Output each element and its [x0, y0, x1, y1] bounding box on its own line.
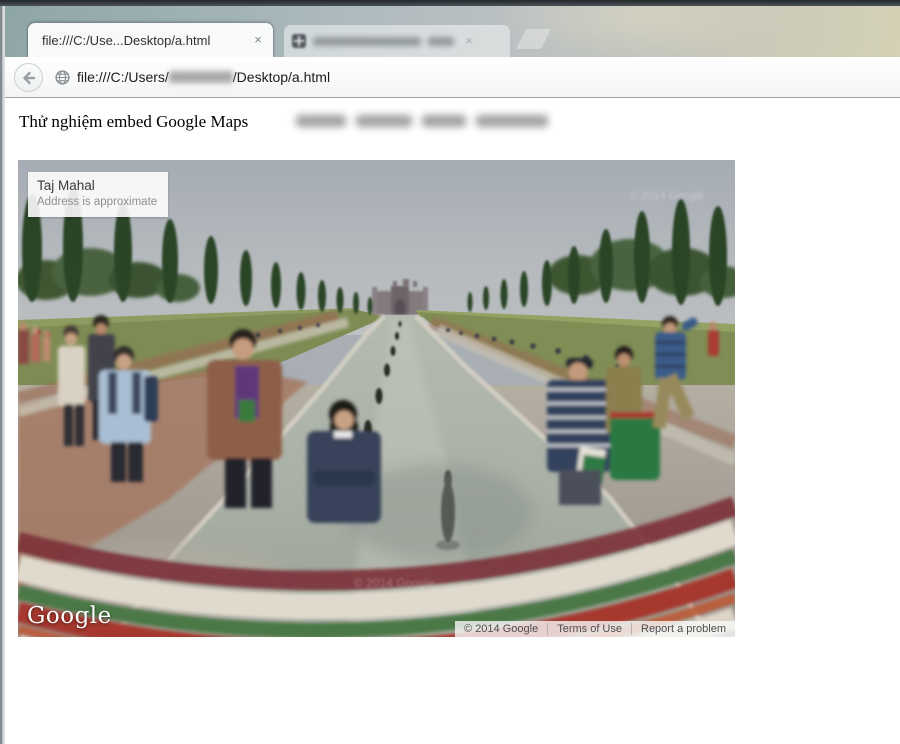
blurred-tab-title [313, 37, 421, 46]
new-tab-button[interactable] [516, 29, 551, 49]
tab-strip: file:///C:/Use...Desktop/a.html × × [5, 6, 900, 57]
location-title: Taj Mahal [37, 177, 157, 195]
navigation-toolbar: file:///C:/Users//Desktop/a.html [5, 57, 900, 98]
sky-watermark: © 2014 Google [630, 190, 704, 202]
tab-close-icon[interactable]: × [461, 33, 477, 49]
address-bar[interactable]: file:///C:/Users//Desktop/a.html [55, 57, 885, 97]
page-content: Thử nghiệm embed Google Maps [5, 98, 900, 744]
page-title: Thử nghiệm embed Google Maps [19, 112, 248, 132]
streetview-embed[interactable]: Taj Mahal Address is approximate © 2014 … [18, 160, 735, 637]
tab-active[interactable]: file:///C:/Use...Desktop/a.html × [28, 23, 273, 57]
tab-inactive-blurred[interactable]: × [284, 25, 510, 57]
blurred-tab-title-2 [428, 37, 454, 46]
tab-close-icon[interactable]: × [250, 32, 266, 48]
browser-window: file:///C:/Use...Desktop/a.html × × file… [0, 0, 900, 744]
extension-favicon [292, 34, 306, 48]
copyright-text: © 2014 Google [455, 621, 547, 637]
blurred-username [169, 71, 233, 83]
streetview-panorama[interactable] [18, 160, 735, 637]
terms-of-use-link[interactable]: Terms of Use [548, 621, 631, 637]
location-subtitle: Address is approximate [37, 195, 157, 210]
streetview-info-box: Taj Mahal Address is approximate [28, 172, 168, 217]
attribution-bar: © 2014 Google Terms of Use Report a prob… [455, 621, 735, 637]
report-a-problem-link[interactable]: Report a problem [632, 621, 735, 637]
globe-icon [55, 70, 70, 85]
blurred-author-watermark [296, 115, 548, 127]
tab-title: file:///C:/Use...Desktop/a.html [42, 33, 250, 48]
url-text: file:///C:/Users//Desktop/a.html [77, 69, 330, 85]
google-logo[interactable]: Google [27, 603, 112, 629]
back-arrow-icon [21, 71, 36, 85]
image-watermark: © 2014 Google [354, 576, 435, 590]
back-button[interactable] [14, 63, 43, 92]
